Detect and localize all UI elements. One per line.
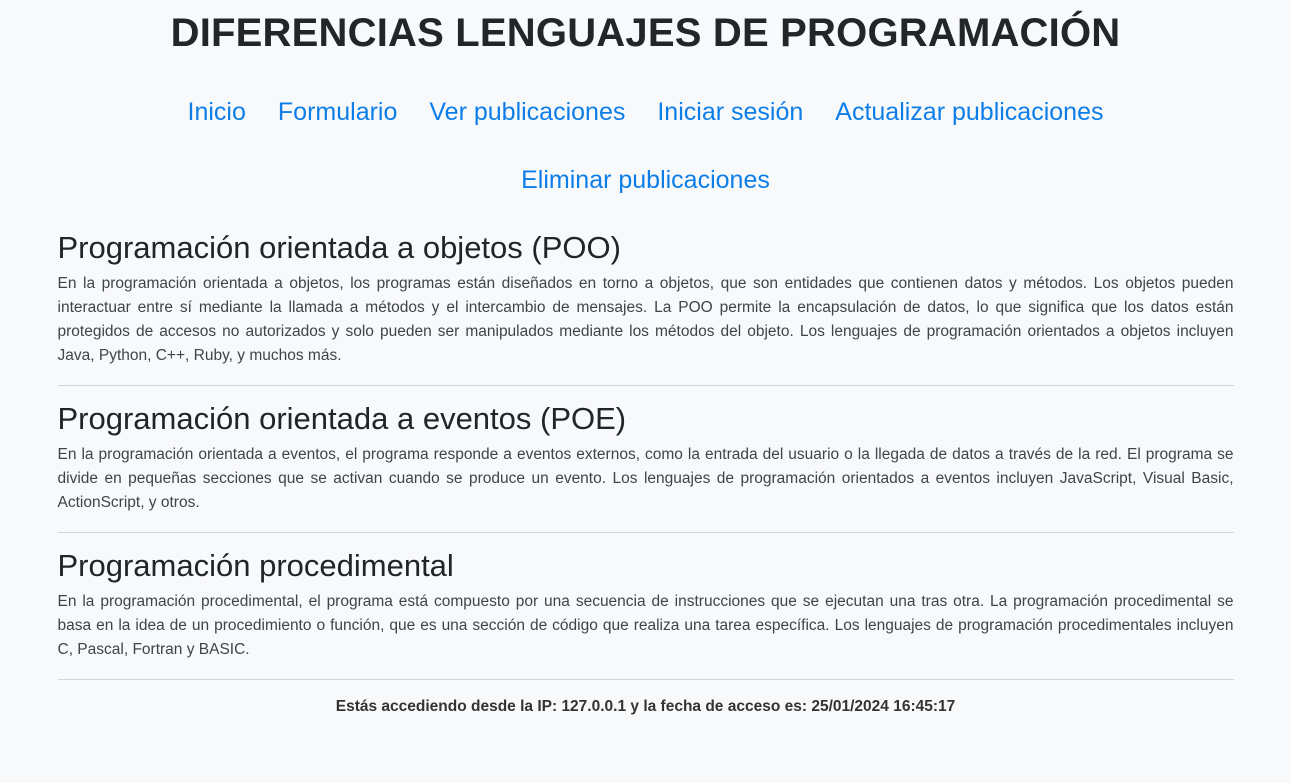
nav-link-inicio[interactable]: Inicio [188,98,246,126]
nav-row-secondary: Eliminar publicaciones [96,166,1196,194]
nav-link-eliminar-publicaciones[interactable]: Eliminar publicaciones [521,166,770,194]
main-content: Programación orientada a objetos (POO) E… [57,194,1234,716]
nav-link-iniciar-sesion[interactable]: Iniciar sesión [657,98,803,126]
page-title: DIFERENCIAS LENGUAJES DE PROGRAMACIÓN [170,11,1121,55]
section-divider [57,679,1234,680]
main-nav: Inicio Formulario Ver publicaciones Inic… [96,98,1196,194]
section-heading: Programación procedimental [57,548,454,583]
section-divider [57,532,1234,533]
section-procedimental: Programación procedimental En la program… [58,548,1234,662]
section-body: En la programación orientada a eventos, … [57,446,1234,511]
nav-link-ver-publicaciones[interactable]: Ver publicaciones [429,98,625,126]
nav-link-actualizar-publicaciones[interactable]: Actualizar publicaciones [835,98,1103,126]
nav-link-formulario[interactable]: Formulario [278,98,397,126]
access-info: Estás accediendo desde la IP: 127.0.0.1 … [335,698,956,715]
section-heading: Programación orientada a eventos (POE) [57,401,627,436]
section-divider [57,385,1234,386]
section-body: En la programación orientada a objetos, … [57,275,1234,364]
nav-row-primary: Inicio Formulario Ver publicaciones Inic… [96,98,1196,126]
section-body: En la programación procedimental, el pro… [57,593,1234,658]
section-poe: Programación orientada a eventos (POE) E… [58,401,1234,515]
section-poo: Programación orientada a objetos (POO) E… [58,230,1234,368]
section-heading: Programación orientada a objetos (POO) [57,230,621,265]
